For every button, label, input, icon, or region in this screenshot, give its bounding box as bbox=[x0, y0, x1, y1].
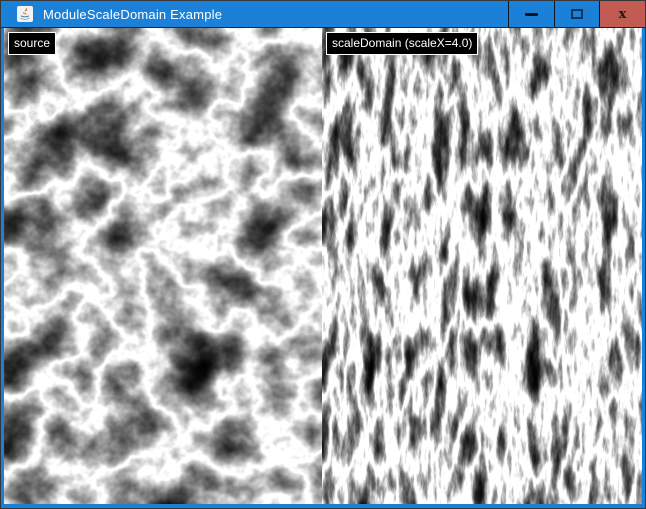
scaledomain-noise-image bbox=[322, 28, 642, 504]
app-window: ModuleScaleDomain Example x bbox=[0, 0, 646, 509]
close-icon: x bbox=[619, 8, 627, 21]
scaledomain-label: scaleDomain (scaleX=4.0) bbox=[326, 32, 478, 55]
java-icon bbox=[17, 6, 33, 22]
source-label: source bbox=[8, 32, 56, 55]
source-noise-image bbox=[4, 28, 322, 504]
window-controls: x bbox=[508, 1, 645, 27]
minimize-button[interactable] bbox=[508, 1, 554, 27]
maximize-icon bbox=[571, 9, 583, 19]
scaledomain-panel: scaleDomain (scaleX=4.0) bbox=[322, 28, 642, 504]
close-button[interactable]: x bbox=[599, 1, 645, 27]
maximize-button[interactable] bbox=[554, 1, 599, 27]
render-area: source bbox=[4, 28, 642, 504]
titlebar[interactable]: ModuleScaleDomain Example x bbox=[1, 1, 645, 28]
window-title: ModuleScaleDomain Example bbox=[43, 7, 222, 22]
source-panel: source bbox=[4, 28, 322, 504]
minimize-icon bbox=[525, 13, 538, 16]
